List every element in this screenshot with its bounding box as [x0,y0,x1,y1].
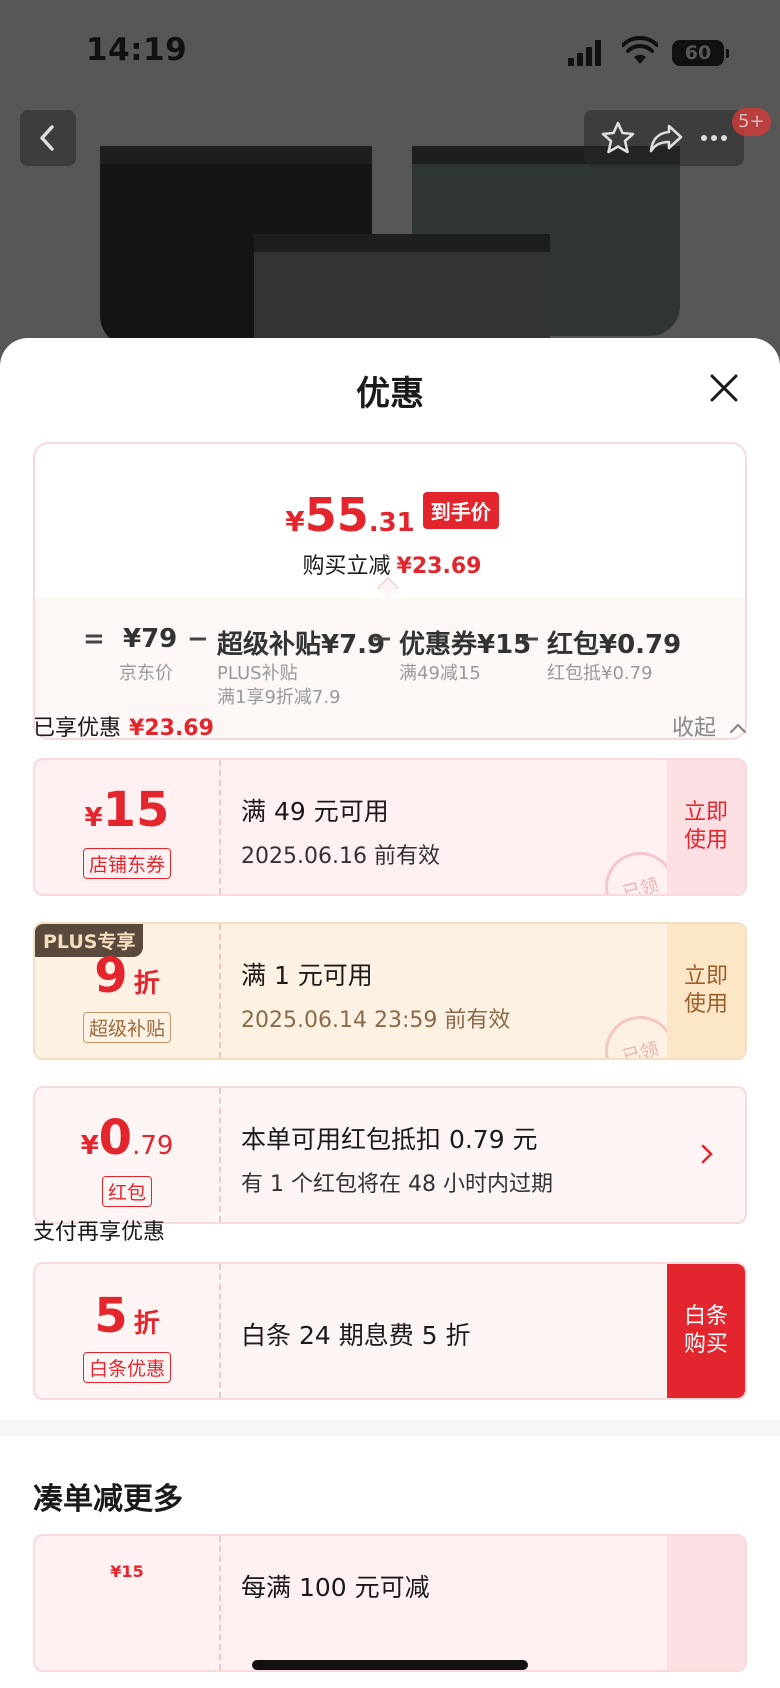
coupon-plus-subsidy: PLUS专享 9折 超级补贴 满 1 元可用 2025.06.14 23:59 … [33,922,747,1060]
coupon-condition: 满 1 元可用 [241,961,373,990]
red-packet-expiry-note: 有 1 个红包将在 48 小时内过期 [241,1172,553,1197]
coupon-type-tag: 店铺东券 [35,848,219,879]
formula-subsidy-label: PLUS补贴 满1享9折减7.9 [217,663,341,708]
coupon-partial: ¥15 每满 100 元可减 [33,1534,747,1672]
price-currency: ¥ [285,505,305,538]
coupon-discount: 9折 [94,948,160,1004]
price-integer: 55 [304,488,369,542]
coupon-expiry: 2025.06.16 前有效 [241,844,440,869]
coupon-type-tag: 超级补贴 [35,1012,219,1043]
more-icon[interactable] [696,120,732,156]
enjoyed-amount: ¥23.69 [129,716,214,741]
discount-sheet: 优惠 ¥55.31 到手价 购买立减 ¥23.69 = ¥79 京东价 − 超级补贴… [0,338,780,1688]
battery-indicator: 60 [672,40,729,66]
chevron-left-icon [40,125,54,151]
status-bar: 14:19 60 [0,0,780,100]
enjoyed-header: 已享优惠 ¥23.69 收起 [33,710,747,742]
coupon-store: ¥15 店铺东券 满 49 元可用 2025.06.16 前有效 已领 立即使用 [33,758,747,896]
use-now-button[interactable]: 立即使用 [667,760,745,894]
formula-redpacket-label: 红包抵¥0.79 [547,663,653,684]
back-button[interactable] [20,110,76,166]
formula-subsidy-value: 超级补贴¥7.9 [217,630,386,660]
baitiao-buy-button[interactable]: 白条购买 [667,1264,745,1398]
coupon-condition: 满 49 元可用 [241,797,389,826]
baitiao-discount: 5折 [94,1288,160,1344]
coupon-amount: ¥15 [110,1562,144,1581]
cellular-signal-icon [568,40,602,66]
coupon-red-packet[interactable]: ¥0.79 红包 本单可用红包抵扣 0.79 元 有 1 个红包将在 48 小时… [33,1086,747,1224]
formula-coupon-value: 优惠券¥15 [399,630,532,660]
instant-reduction: 购买立减 ¥23.69 [35,548,745,580]
formula-equals: = [83,624,105,654]
close-icon[interactable] [708,372,740,404]
formula-base-label: 京东价 [119,663,173,684]
coupon-baitiao: 5折 白条优惠 白条 24 期息费 5 折 白条购买 [33,1262,747,1400]
coupon-type-tag: 白条优惠 [35,1352,219,1383]
more-deals-title: 凑单减更多 [33,1482,183,1517]
enjoyed-label: 已享优惠 [33,716,122,741]
reduction-label: 购买立减 [302,554,391,579]
wifi-icon [622,36,658,64]
reduction-amount: ¥23.69 [396,554,482,579]
top-action-bar [584,110,744,166]
formula-redpacket-value: 红包¥0.79 [547,630,682,660]
section-divider [0,1420,780,1436]
use-now-button[interactable] [667,1536,745,1670]
formula-base-value: ¥79 [123,624,178,654]
red-packet-amount: ¥0.79 [80,1110,174,1166]
coupon-amount: ¥15 [84,782,170,838]
chevron-up-icon [729,723,747,734]
coupon-condition: 每满 100 元可减 [241,1573,430,1602]
star-icon[interactable] [600,120,636,156]
coupon-type-tag: 红包 [35,1176,219,1207]
formula-minus-3: − [519,624,541,654]
formula-minus-1: − [187,624,209,654]
status-time: 14:19 [86,32,188,68]
baitiao-description: 白条 24 期息费 5 折 [241,1321,471,1350]
use-now-button[interactable]: 立即使用 [667,924,745,1058]
formula-coupon-label: 满49减15 [399,663,481,684]
formula-minus-2: − [371,624,393,654]
coupon-expiry: 2025.06.14 23:59 前有效 [241,1008,511,1033]
product-backdrop: 14:19 60 5+ [0,0,780,360]
red-packet-description: 本单可用红包抵扣 0.79 元 [241,1125,538,1154]
pay-section-header: 支付再享优惠 [33,1220,166,1245]
collapse-button[interactable]: 收起 [672,710,747,742]
share-icon[interactable] [648,120,684,156]
home-indicator [252,1660,528,1670]
final-price: ¥55.31 到手价 [35,488,745,542]
sheet-title: 优惠 [356,374,424,414]
price-decimal: .31 [368,508,415,538]
cart-badge: 5+ [732,108,771,136]
chevron-right-icon [701,1144,713,1164]
final-price-tag: 到手价 [422,492,499,529]
